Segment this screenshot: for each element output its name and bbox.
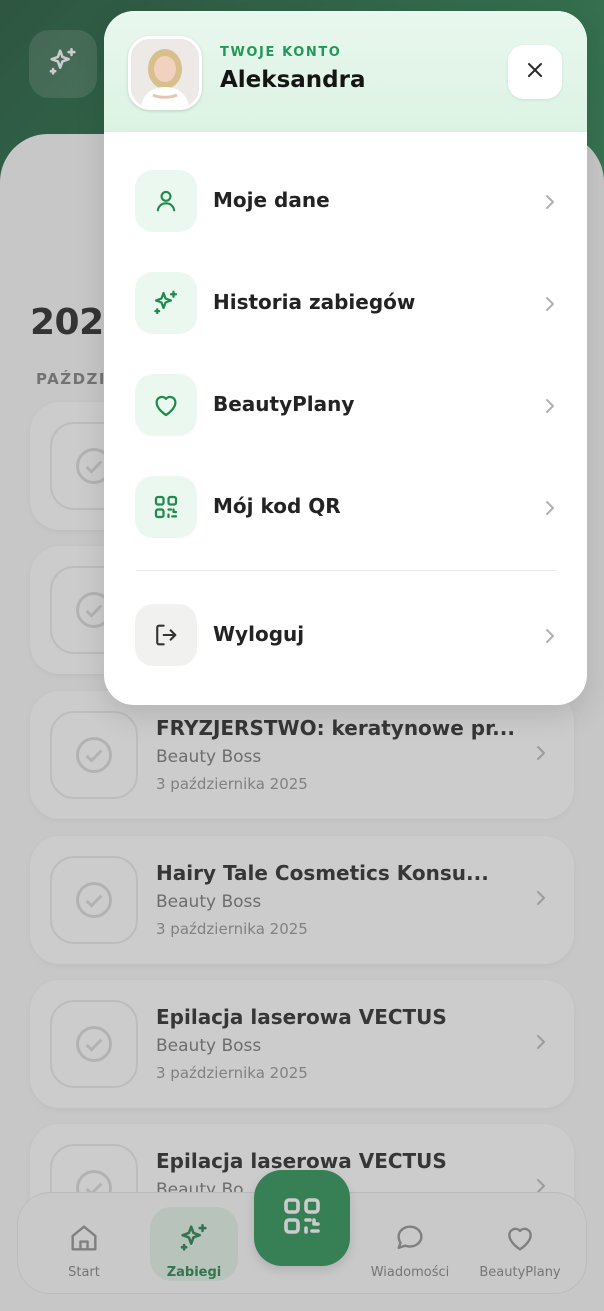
account-panel: TWOJE KONTO Aleksandra Moje dane Histori… [104,11,587,705]
account-header: TWOJE KONTO Aleksandra [104,11,587,132]
menu-item-moje-dane[interactable]: Moje dane [135,170,557,232]
menu-item-label: Moje dane [213,188,330,212]
chevron-right-icon [543,498,557,522]
user-name: Aleksandra [220,67,366,93]
menu-item-label: Wyloguj [213,622,305,646]
close-button[interactable] [508,45,562,99]
menu-item-label: Historia zabiegów [213,290,416,314]
chevron-right-icon [543,192,557,216]
avatar [128,36,202,110]
close-icon [525,60,545,84]
chevron-right-icon [543,626,557,650]
menu-item-moj-kod-qr[interactable]: Mój kod QR [135,476,557,538]
menu-item-label: Mój kod QR [213,494,341,518]
menu-item-label: BeautyPlany [213,392,355,416]
menu-divider [136,570,556,571]
app-screen: 2025 PAŹDZI FRYZJERSTWO: keratynowe pr..… [0,0,604,1311]
menu-item-beautyplany[interactable]: BeautyPlany [135,374,557,436]
chevron-right-icon [543,294,557,318]
sparkles-icon [135,272,197,334]
menu-item-wyloguj[interactable]: Wyloguj [135,604,557,666]
chevron-right-icon [543,396,557,420]
qr-code-icon [135,476,197,538]
menu-item-historia-zabiegow[interactable]: Historia zabiegów [135,272,557,334]
heart-icon [135,374,197,436]
logout-icon [135,604,197,666]
user-icon [135,170,197,232]
account-kicker: TWOJE KONTO [220,45,342,60]
